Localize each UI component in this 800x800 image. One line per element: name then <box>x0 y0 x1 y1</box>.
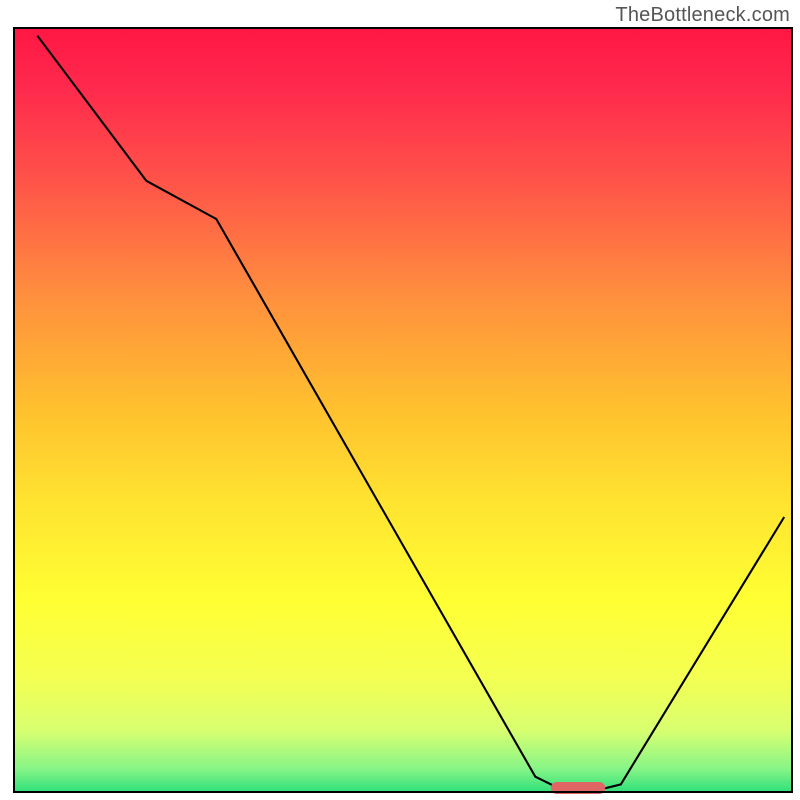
plot-background <box>14 28 792 792</box>
watermark-text: TheBottleneck.com <box>615 4 790 27</box>
bottleneck-chart <box>0 0 800 800</box>
chart-container: TheBottleneck.com <box>0 0 800 800</box>
